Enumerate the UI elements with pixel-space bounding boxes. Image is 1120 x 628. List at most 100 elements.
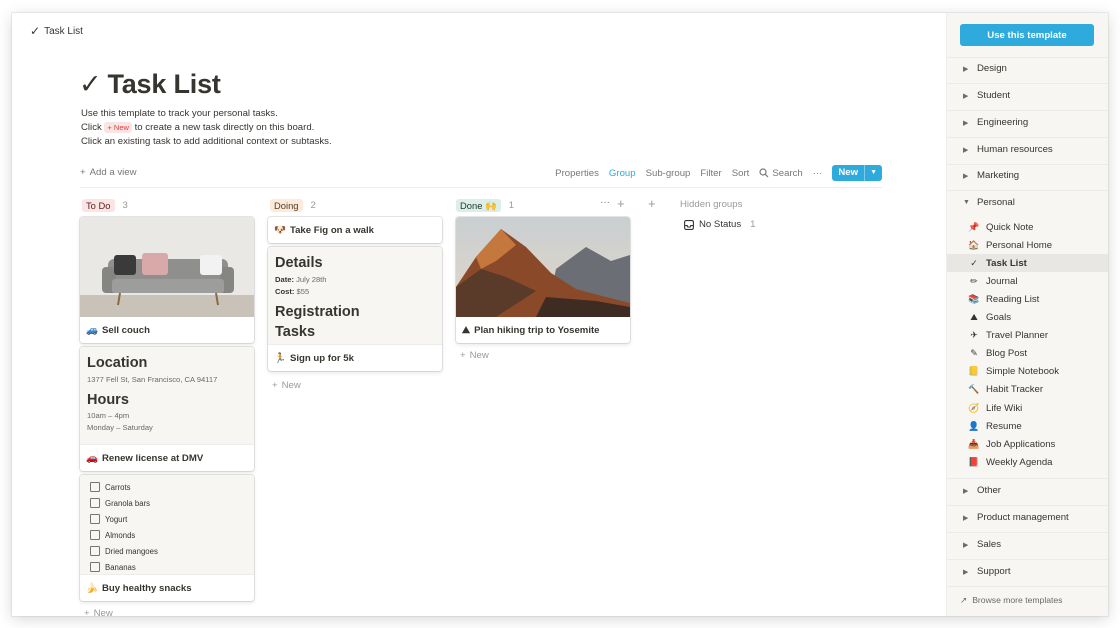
- section-product-management[interactable]: ▶ Product management: [963, 512, 1069, 523]
- new-button-label: New: [838, 167, 859, 178]
- section-support[interactable]: ▶ Support: [963, 566, 1011, 577]
- new-label: New: [281, 380, 301, 391]
- sidebar-item-goals[interactable]: ⛰ Goals: [947, 309, 1108, 327]
- checkbox[interactable]: [90, 514, 100, 524]
- card-hiking-trip[interactable]: ⛰ Plan hiking trip to Yosemite: [456, 217, 630, 343]
- more-options-icon[interactable]: ···: [600, 197, 610, 208]
- preview-heading: Hours: [87, 392, 129, 408]
- checkbox[interactable]: [90, 562, 100, 572]
- use-template-button[interactable]: Use this template: [960, 24, 1094, 46]
- plus-icon: +: [80, 167, 86, 178]
- sidebar-item-blog-post[interactable]: ✎ Blog Post: [947, 345, 1108, 363]
- section-student[interactable]: ▶ Student: [963, 90, 1010, 101]
- sort-button[interactable]: Sort: [732, 168, 750, 179]
- checklist-item[interactable]: Granola bars: [90, 495, 254, 511]
- checklist-item[interactable]: Carrots: [90, 479, 254, 495]
- checklist-item[interactable]: Almonds: [90, 527, 254, 543]
- column-header-doing[interactable]: Doing 2: [270, 199, 316, 212]
- chevron-down-icon[interactable]: ▼: [864, 165, 882, 181]
- add-group-icon[interactable]: +: [648, 196, 656, 211]
- column-header-done[interactable]: Done 🙌 1: [456, 199, 514, 212]
- description-text: to create a new task directly on this bo…: [134, 122, 315, 133]
- add-new-card-button[interactable]: + New: [460, 350, 489, 361]
- add-card-icon[interactable]: +: [617, 196, 625, 211]
- checklist-item[interactable]: Bananas: [90, 559, 254, 574]
- checkbox[interactable]: [90, 482, 100, 492]
- card-title-text: Buy healthy snacks: [101, 582, 192, 594]
- status-tag: To Do: [82, 199, 115, 212]
- sidebar-item-label: Habit Tracker: [986, 384, 1044, 396]
- goals-icon: ⛰: [970, 312, 978, 322]
- filter-button[interactable]: Filter: [700, 168, 721, 179]
- sidebar-item-label: Personal Home: [986, 239, 1053, 251]
- sidebar-item-quick-note[interactable]: 📌 Quick Note: [947, 218, 1108, 236]
- section-sales[interactable]: ▶ Sales: [963, 539, 1001, 550]
- preview-text: 10am – 4pm: [87, 411, 130, 420]
- section-design[interactable]: ▶ Design: [963, 63, 1007, 74]
- section-other[interactable]: ▶ Other: [963, 485, 1001, 496]
- checklist-item[interactable]: Dried mangoes: [90, 543, 254, 559]
- sidebar-item-label: Blog Post: [986, 348, 1028, 360]
- group-button[interactable]: Group: [609, 168, 636, 179]
- add-new-card-button[interactable]: + New: [272, 380, 301, 391]
- section-human-resources[interactable]: ▶ Human resources: [963, 144, 1053, 155]
- sidebar-item-weekly-agenda[interactable]: 📕 Weekly Agenda: [947, 453, 1108, 471]
- sidebar-item-journal[interactable]: ✏ Journal: [947, 272, 1108, 290]
- add-new-card-button[interactable]: + New: [84, 608, 113, 616]
- section-engineering[interactable]: ▶ Engineering: [963, 117, 1028, 128]
- subgroup-button[interactable]: Sub-group: [646, 168, 691, 179]
- checklist-item-label: Yogurt: [105, 514, 128, 524]
- inbox-icon: [684, 219, 694, 230]
- add-view-label: Add a view: [89, 167, 137, 178]
- section-label: Product management: [977, 512, 1069, 523]
- sidebar-item-personal-home[interactable]: 🏠 Personal Home: [947, 236, 1108, 254]
- preview-text: Monday – Saturday: [87, 423, 153, 432]
- more-options-icon[interactable]: ···: [813, 168, 823, 179]
- check-icon: ✓: [30, 24, 41, 38]
- search-icon: [759, 168, 769, 178]
- checklist-item-label: Carrots: [105, 482, 131, 492]
- checkbox[interactable]: [90, 498, 100, 508]
- checkbox[interactable]: [90, 530, 100, 540]
- section-label: Marketing: [977, 170, 1020, 181]
- sidebar-item-travel-planner[interactable]: ✈ Travel Planner: [947, 327, 1108, 345]
- card-fig-walk[interactable]: 🐶 Take Fig on a walk: [268, 217, 442, 243]
- card-sell-couch[interactable]: 🚙 Sell couch: [80, 217, 254, 343]
- search-button[interactable]: Search: [759, 168, 803, 179]
- card-buy-snacks[interactable]: Carrots Granola bars Yogurt Almonds Dried ma…: [80, 475, 254, 601]
- browse-more-templates-link[interactable]: ↗ Browse more templates: [960, 595, 1062, 606]
- card-renew-license[interactable]: Location 1377 Fell St, San Francisco, CA…: [80, 347, 254, 471]
- breadcrumb[interactable]: ✓ Task List: [30, 24, 83, 38]
- view-toolbar: + Add a view Properties Group Sub-group …: [80, 165, 882, 185]
- sidebar-item-job-applications[interactable]: 📥 Job Applications: [947, 435, 1108, 453]
- divider: [947, 586, 1108, 587]
- no-status-group[interactable]: No Status 1: [684, 219, 755, 230]
- section-label: Support: [977, 566, 1011, 577]
- checkbox[interactable]: [90, 546, 100, 556]
- sidebar-item-habit-tracker[interactable]: 🔨 Habit Tracker: [947, 381, 1108, 399]
- main-content: ✓ Task List ✓ Task List Use this templat…: [12, 13, 946, 616]
- section-label: Personal: [977, 197, 1015, 208]
- column-header-todo[interactable]: To Do 3: [82, 199, 128, 212]
- checklist-item-label: Bananas: [105, 562, 136, 572]
- check-icon: ✓: [79, 69, 102, 99]
- divider: [80, 187, 882, 188]
- card-title-text: Sign up for 5k: [289, 352, 354, 364]
- sidebar-item-reading-list[interactable]: 📚 Reading List: [947, 290, 1108, 308]
- add-view-button[interactable]: + Add a view: [80, 167, 137, 178]
- card-signup-5k[interactable]: Details Date: July 28th Cost: $55 Regist…: [268, 247, 442, 371]
- column-count: 1: [508, 200, 515, 211]
- sidebar-item-life-wiki[interactable]: 🧭 Life Wiki: [947, 399, 1108, 417]
- sidebar-item-resume[interactable]: 👤 Resume: [947, 417, 1108, 435]
- section-personal[interactable]: ▼ Personal: [963, 197, 1015, 208]
- sidebar-item-label: Job Applications: [986, 438, 1056, 450]
- sidebar-item-task-list[interactable]: ✓ Task List: [947, 254, 1108, 273]
- section-marketing[interactable]: ▶ Marketing: [963, 170, 1019, 181]
- divider: [947, 164, 1108, 165]
- checklist-item[interactable]: Yogurt: [90, 511, 254, 527]
- triangle-right-icon: ▶: [963, 65, 969, 73]
- new-button[interactable]: New ▼: [832, 165, 882, 181]
- properties-button[interactable]: Properties: [555, 168, 599, 179]
- sidebar-item-simple-notebook[interactable]: 📒 Simple Notebook: [947, 363, 1108, 381]
- card-title: ⛰ Plan hiking trip to Yosemite: [462, 317, 600, 343]
